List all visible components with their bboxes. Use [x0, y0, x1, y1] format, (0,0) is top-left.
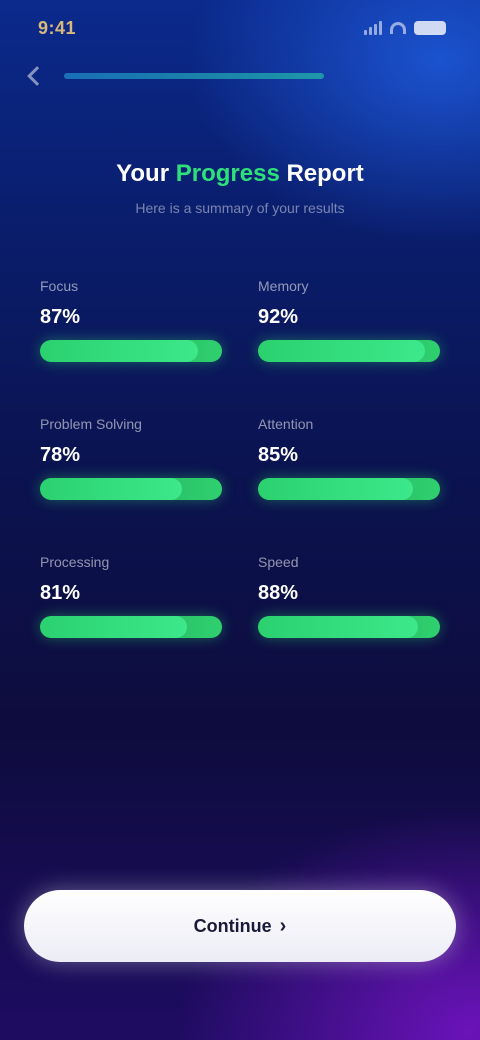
nav-row [27, 64, 450, 88]
stat-label: Focus [40, 278, 79, 294]
arrow-right-icon: › [279, 914, 287, 937]
signal-icon [364, 21, 382, 35]
back-icon[interactable] [27, 66, 47, 86]
battery-icon [414, 21, 446, 35]
stat-bar [40, 478, 222, 500]
page-subtitle: Here is a summary of your results [135, 200, 345, 216]
stat-bar [258, 478, 440, 500]
stat-card: Problem Solving 78% [40, 416, 222, 500]
progress-bar [64, 73, 324, 79]
stat-bar-fill [258, 478, 413, 500]
stat-bar [40, 340, 222, 362]
stat-label: Attention [258, 416, 314, 432]
continue-button[interactable]: Continue › [24, 890, 456, 962]
title-prefix: Your [116, 160, 170, 187]
title-suffix: Report [286, 160, 364, 187]
stat-value: 87% [40, 306, 81, 328]
stat-bar [40, 616, 222, 638]
stat-value: 85% [258, 444, 299, 466]
title-highlight: Progress [175, 160, 280, 187]
stat-value: 92% [258, 306, 299, 328]
stat-label: Speed [258, 554, 299, 570]
stat-bar-fill [40, 478, 182, 500]
stat-value: 88% [258, 582, 299, 604]
stat-bar [258, 616, 440, 638]
status-time: 9:41 [38, 17, 77, 38]
stat-bar [258, 340, 440, 362]
stat-card: Processing 81% [40, 554, 222, 638]
status-icons [364, 21, 446, 35]
wifi-icon [390, 22, 406, 34]
stat-card: Memory 92% [258, 278, 440, 362]
stat-value: 78% [40, 444, 81, 466]
stat-bar-fill [40, 616, 188, 638]
stat-label: Processing [40, 554, 110, 570]
continue-button-label: Continue [193, 915, 272, 936]
stat-card: Attention 85% [258, 416, 440, 500]
page-title: Your Progress Report [0, 160, 480, 188]
stat-label: Problem Solving [40, 416, 142, 432]
stats-grid: Focus 87% Memory 92% Problem Solving 78%… [40, 278, 440, 638]
stat-card: Focus 87% [40, 278, 222, 362]
status-bar: 9:41 [0, 0, 480, 56]
stat-bar-fill [258, 340, 426, 362]
stat-bar-fill [40, 340, 199, 362]
stat-label: Memory [258, 278, 309, 294]
stat-card: Speed 88% [258, 554, 440, 638]
stat-value: 81% [40, 582, 81, 604]
stat-bar-fill [258, 616, 419, 638]
